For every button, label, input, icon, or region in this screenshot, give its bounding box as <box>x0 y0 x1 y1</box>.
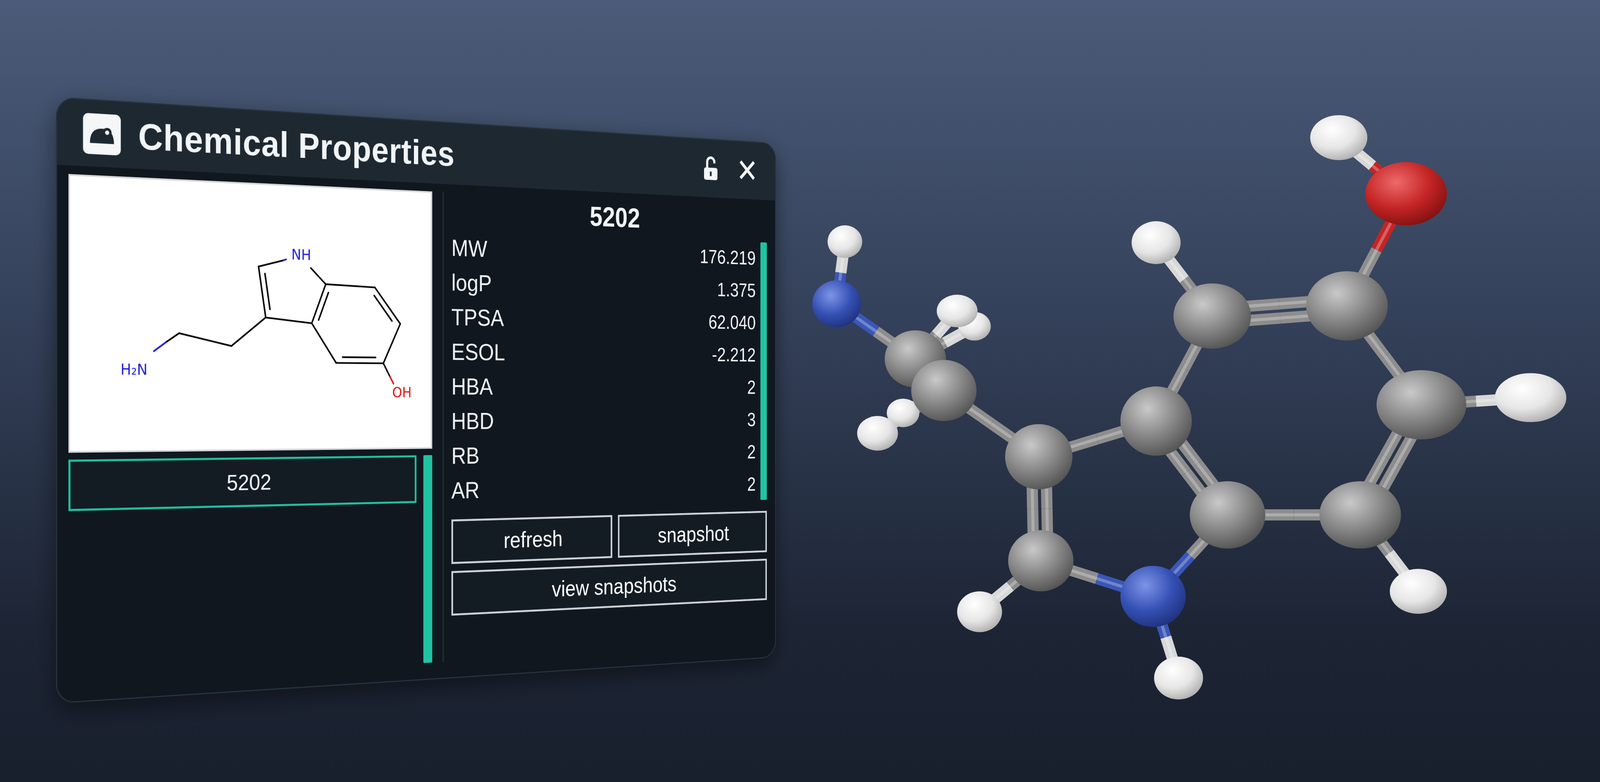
atom <box>1008 530 1074 592</box>
atom <box>1365 162 1448 226</box>
structure-image: NH H₂N OH <box>68 173 433 453</box>
property-row: TPSA 62.040 <box>451 299 756 339</box>
atom-label: H₂N <box>120 360 148 379</box>
atom-label: NH <box>291 245 312 264</box>
property-value: 176.219 <box>699 245 756 270</box>
snapshot-button[interactable]: snapshot <box>617 511 767 559</box>
atom <box>1173 283 1251 350</box>
refresh-button[interactable]: refresh <box>451 515 613 565</box>
atom <box>1376 370 1467 440</box>
chemical-properties-window[interactable]: Chemical Properties✕NHH₂NOH52025202MW176… <box>55 96 776 705</box>
property-name: MW <box>451 234 488 263</box>
atom <box>857 416 899 451</box>
atom <box>1310 115 1368 161</box>
close-button[interactable]: ✕ <box>734 152 761 189</box>
atom <box>911 360 977 422</box>
compound-list[interactable]: 5202 <box>68 455 417 685</box>
atom <box>886 398 920 428</box>
atom <box>1306 271 1388 341</box>
property-row: HBA 2 <box>451 369 756 405</box>
property-name: ESOL <box>451 338 506 366</box>
property-value: 2 <box>747 441 756 464</box>
padlock-icon[interactable] <box>700 154 723 183</box>
atom <box>1389 569 1448 615</box>
property-value: 2 <box>747 473 756 496</box>
view-snapshots-button[interactable]: view snapshots <box>451 559 767 616</box>
property-table: MW176.219logP1.375TPSA62.040ESOL-2.212HB… <box>451 230 756 508</box>
compound-item[interactable]: 5202 <box>68 455 417 512</box>
property-row: AR 2 <box>451 468 756 509</box>
structure-drawing: NH H₂N OH <box>70 176 431 452</box>
atom <box>936 294 978 328</box>
property-name: TPSA <box>451 303 504 332</box>
atom <box>1189 481 1266 549</box>
property-name: RB <box>451 441 480 470</box>
properties-scrollbar[interactable] <box>760 242 767 501</box>
property-value: 3 <box>747 408 756 431</box>
property-row: ESOL -2.212 <box>451 334 756 372</box>
property-value: 1.375 <box>716 278 756 302</box>
atom <box>1005 424 1073 490</box>
atom-label: OH <box>392 383 412 401</box>
property-row: HBD 3 <box>451 403 756 439</box>
compound-id: 5202 <box>451 192 767 243</box>
atom <box>1120 566 1187 628</box>
property-row: logP 1.375 <box>451 265 756 307</box>
property-name: AR <box>451 476 480 504</box>
atom <box>958 311 992 341</box>
property-row: MW 176.219 <box>451 230 756 275</box>
property-name: HBD <box>451 407 495 435</box>
properties-icon <box>81 110 123 158</box>
property-name: logP <box>451 268 492 297</box>
atom <box>1131 221 1181 265</box>
property-row: RB 2 <box>451 435 756 474</box>
property-name: HBA <box>451 372 493 400</box>
window-title: Chemical Properties <box>138 114 455 175</box>
property-value: 2 <box>747 376 756 399</box>
property-value: -2.212 <box>711 343 756 367</box>
atom <box>827 225 863 259</box>
atom <box>957 591 1002 633</box>
atom <box>1319 481 1402 549</box>
atom <box>812 280 862 328</box>
atom <box>1120 386 1193 456</box>
atom <box>1494 373 1567 423</box>
atom <box>884 330 946 388</box>
atom <box>1154 656 1204 700</box>
property-value: 62.040 <box>708 310 756 334</box>
list-scrollbar[interactable] <box>423 455 433 664</box>
bonds <box>836 137 1531 679</box>
